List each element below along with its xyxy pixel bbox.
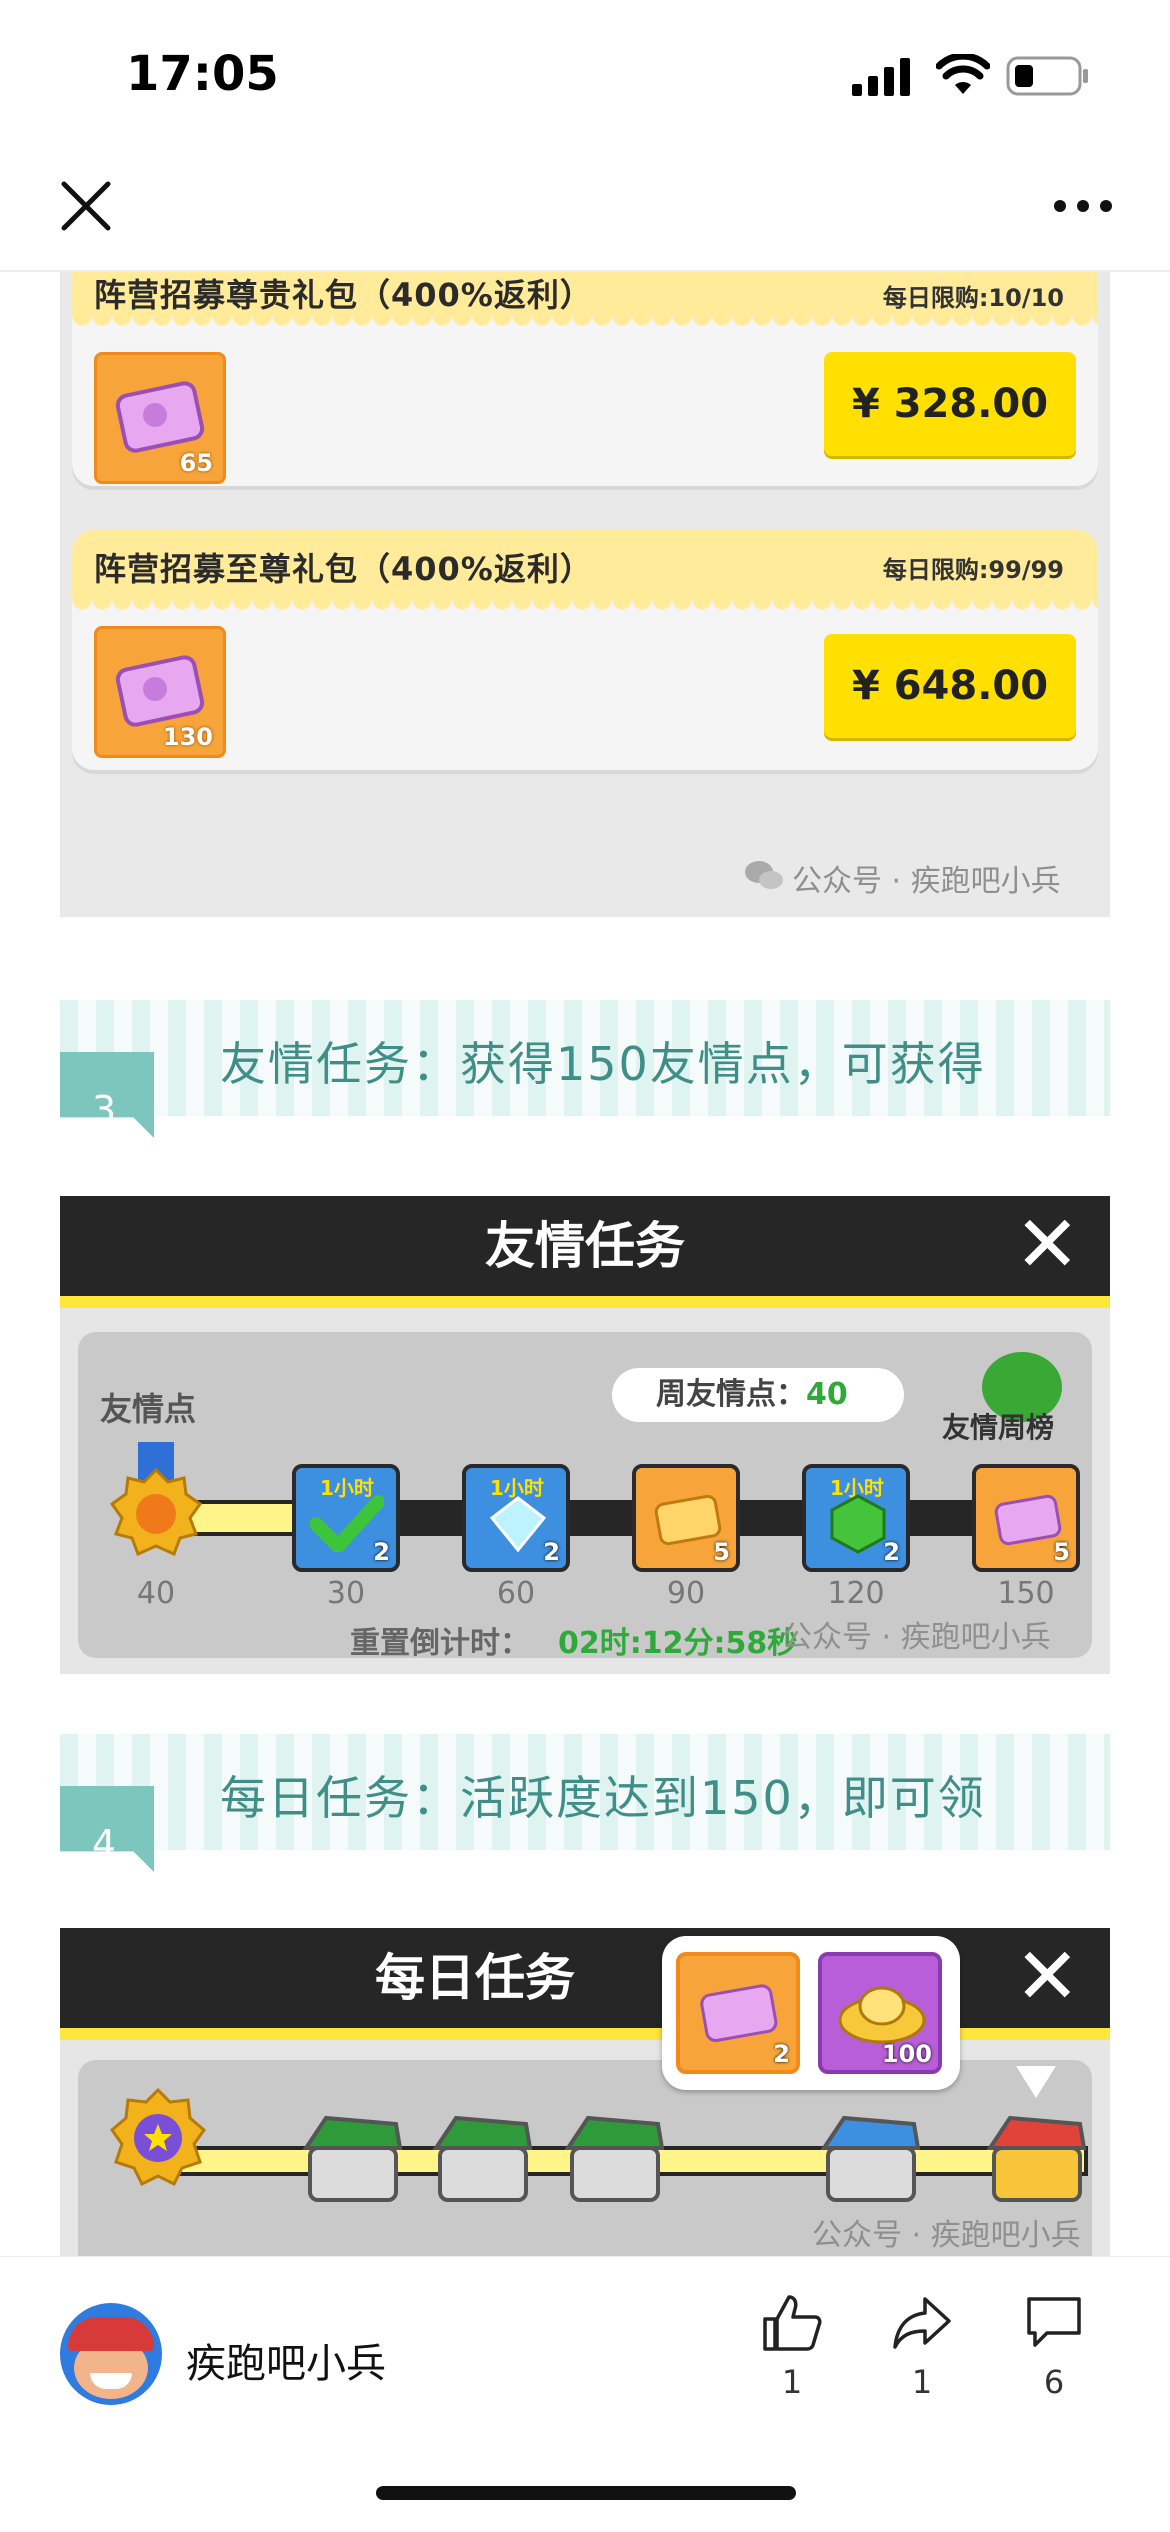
avatar[interactable] xyxy=(60,2303,162,2405)
chest-icon xyxy=(986,2115,1087,2202)
share-count: 1 xyxy=(911,2363,933,2401)
signal-icon xyxy=(852,58,910,96)
pack-limit: 每日限购:99/99 xyxy=(882,556,1064,584)
close-icon[interactable]: ✕ xyxy=(1015,1200,1080,1290)
medal-icon xyxy=(109,1442,203,1557)
gold-ingot-icon xyxy=(838,1986,926,2044)
battery-icon xyxy=(1006,56,1088,96)
current-points: 40 xyxy=(136,1576,176,1611)
reward-node[interactable]: 1小时 2 xyxy=(462,1464,570,1572)
status-time: 17:05 xyxy=(126,46,279,102)
pack-card: 阵营招募至尊礼包（400%返利） 每日限购:99/99 130 ¥ 648.00 xyxy=(72,530,1098,770)
panel-title: 友情任务 xyxy=(485,1217,685,1275)
reward-node[interactable]: 5 xyxy=(632,1464,740,1572)
comment-count: 6 xyxy=(1043,2363,1065,2401)
daily-task-screenshot: 每日任务 ✕ 公众号 · 疾跑吧小兵 2 100 xyxy=(60,1928,1110,2256)
purple-ticket-icon: 65 xyxy=(94,352,226,484)
like-button[interactable]: 1 xyxy=(752,2293,832,2401)
reward-threshold: 60 xyxy=(496,1576,536,1611)
wechat-icon xyxy=(745,861,783,889)
reward-node[interactable]: 5 xyxy=(972,1464,1080,1572)
share-icon xyxy=(893,2297,951,2349)
reward-item: 2 xyxy=(676,1952,800,2074)
weekly-rank-label[interactable]: 友情周榜 xyxy=(942,1406,1054,1446)
like-count: 1 xyxy=(781,2363,803,2401)
reward-node[interactable]: 1小时 2 xyxy=(292,1464,400,1572)
watermark: 公众号 · 疾跑吧小兵 xyxy=(782,1620,1051,1655)
section-title: 每日任务：活跃度达到150，即可领 xyxy=(220,1771,986,1825)
pack-count: 130 xyxy=(162,723,213,751)
share-button[interactable]: 1 xyxy=(882,2293,962,2401)
account-name[interactable]: 疾跑吧小兵 xyxy=(186,2331,386,2389)
pack-limit: 每日限购:10/10 xyxy=(882,284,1064,312)
reset-label: 重置倒计时： xyxy=(350,1626,530,1661)
friendship-task-screenshot: 友情任务 ✕ 友情点 周友情点：40 友情周榜 40 1小时 2 30 1小时 … xyxy=(60,1196,1110,1674)
buy-button[interactable]: ¥ 328.00 xyxy=(824,352,1076,456)
more-dots-icon[interactable] xyxy=(1052,198,1114,214)
close-icon[interactable]: ✕ xyxy=(1015,1932,1080,2022)
status-bar: 17:05 xyxy=(0,0,1170,150)
reward-item: 100 xyxy=(818,1952,942,2074)
diamond-icon xyxy=(490,1496,546,1552)
comment-icon xyxy=(1027,2297,1081,2347)
purple-ticket-icon: 130 xyxy=(94,626,226,758)
close-icon[interactable] xyxy=(60,180,112,232)
article-content: 阵营招募尊贵礼包（400%返利） 每日限购:10/10 65 ¥ 328.00 … xyxy=(0,272,1170,2256)
reset-countdown: 02时:12分:58秒 xyxy=(558,1626,798,1661)
chest-icon xyxy=(302,2115,403,2202)
purple-ticket-icon xyxy=(700,1984,778,2042)
pack-card: 阵营招募尊贵礼包（400%返利） 每日限购:10/10 65 ¥ 328.00 xyxy=(72,272,1098,486)
reward-node[interactable]: 1小时 2 xyxy=(802,1464,910,1572)
chest-icon xyxy=(564,2115,665,2202)
chest-icon xyxy=(820,2115,921,2202)
buy-button[interactable]: ¥ 648.00 xyxy=(824,634,1076,738)
pack-name: 阵营招募至尊礼包（400%返利） xyxy=(94,550,593,588)
comment-button[interactable]: 6 xyxy=(1014,2293,1094,2401)
reward-threshold: 150 xyxy=(997,1576,1055,1611)
section-number: 4 xyxy=(92,1822,117,1866)
nav-bar xyxy=(0,150,1170,272)
watermark: 公众号 · 疾跑吧小兵 xyxy=(792,864,1061,899)
section-banner: 3 友情任务：获得150友情点，可获得 xyxy=(60,1000,1110,1138)
section-number: 3 xyxy=(92,1088,117,1132)
shop-screenshot: 阵营招募尊贵礼包（400%返利） 每日限购:10/10 65 ¥ 328.00 … xyxy=(60,272,1110,917)
pack-count: 65 xyxy=(179,449,213,477)
weekly-points-pill: 周友情点：40 xyxy=(612,1368,904,1422)
chest-icon xyxy=(432,2115,533,2202)
thumbs-up-icon xyxy=(763,2295,822,2351)
reward-threshold: 90 xyxy=(666,1576,706,1611)
arrow-down-icon xyxy=(1016,2066,1056,2098)
wifi-icon xyxy=(936,54,990,94)
weekly-points-label: 周友情点： xyxy=(656,1377,806,1412)
reward-popup: 2 100 xyxy=(662,1936,960,2090)
watermark: 公众号 · 疾跑吧小兵 xyxy=(812,2218,1081,2253)
points-label: 友情点 xyxy=(100,1390,197,1428)
reward-track: 友情点 周友情点：40 友情周榜 40 1小时 2 30 1小时 2 60 5 … xyxy=(78,1332,1092,1661)
reward-threshold: 30 xyxy=(326,1576,366,1611)
green-gem-icon xyxy=(830,1494,886,1554)
star-medal-icon xyxy=(109,2087,207,2187)
reward-threshold: 120 xyxy=(827,1576,885,1611)
pack-name: 阵营招募尊贵礼包（400%返利） xyxy=(94,276,593,314)
section-title: 友情任务：获得150友情点，可获得 xyxy=(220,1037,986,1091)
weekly-points-value: 40 xyxy=(806,1377,848,1412)
section-banner: 4 每日任务：活跃度达到150，即可领 xyxy=(60,1734,1110,1872)
home-indicator[interactable] xyxy=(376,2486,796,2500)
